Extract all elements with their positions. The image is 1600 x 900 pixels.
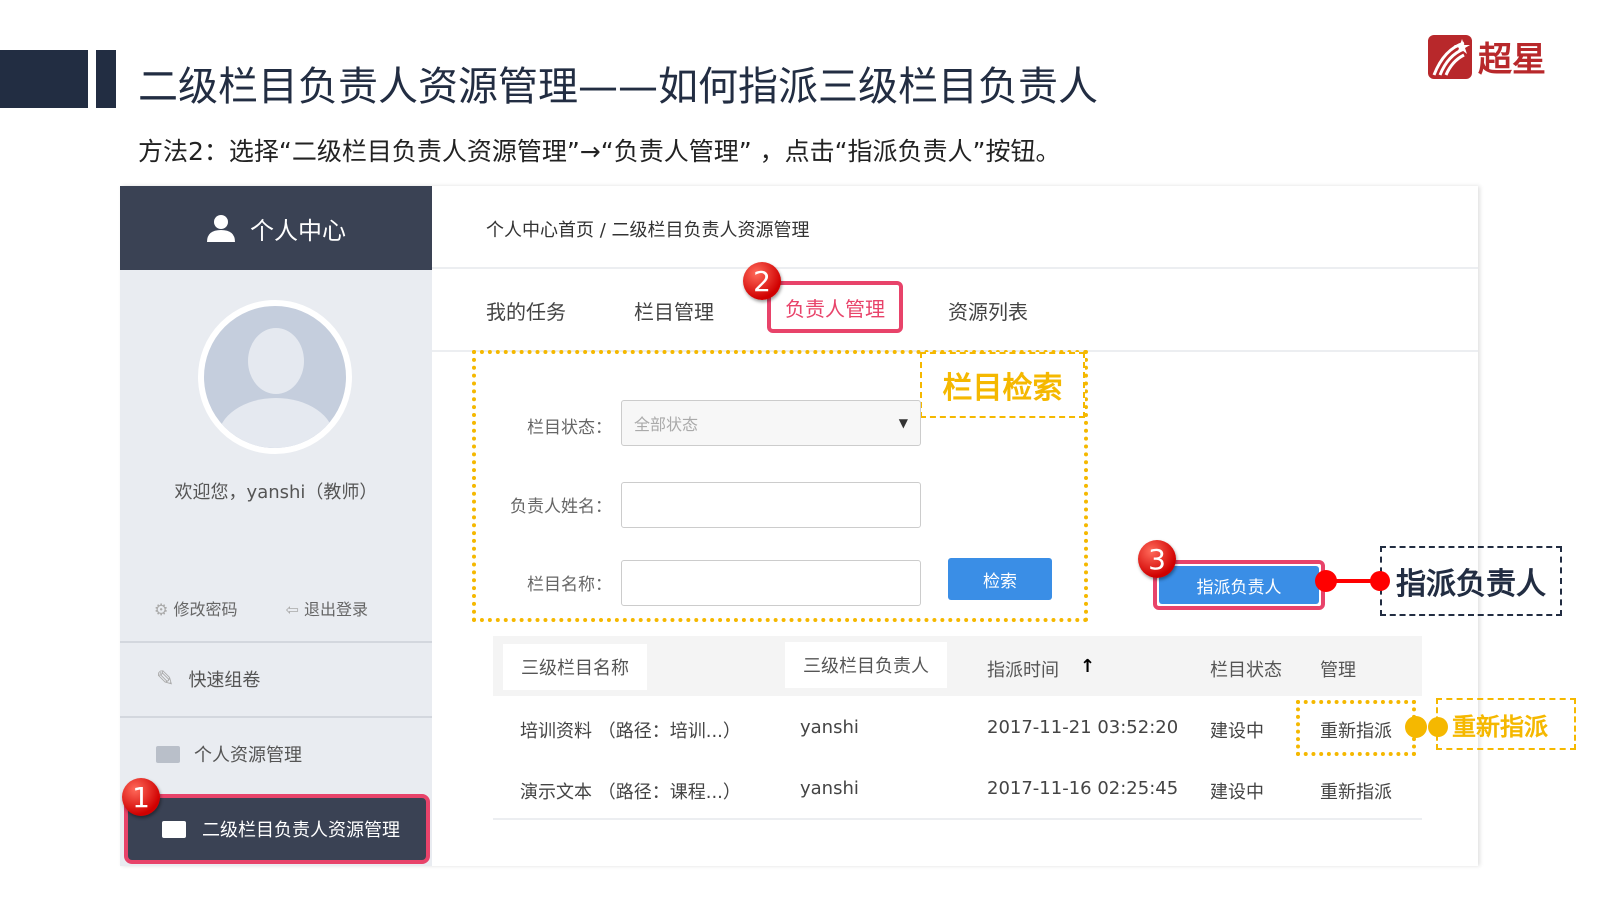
connector-dot [1370,571,1390,591]
chaoxing-logo: 超星 [1428,32,1546,81]
step-1-badge: 1 [122,778,160,816]
welcome-text: 欢迎您，yanshi（教师） [174,482,378,503]
sidebar-header: 个人中心 [120,186,432,270]
search-button[interactable]: 检索 [948,558,1052,600]
cell-name: 演示文本 （路径：课程...） [520,782,741,803]
reassign-highlight [1296,700,1416,756]
reassign-link[interactable]: 重新指派 [1320,778,1392,804]
account-links: ⚙ 修改密码 ⇦ 退出登录 [154,596,368,620]
sidebar-item-quick-paper[interactable]: ✎ 快速组卷 [120,641,432,715]
tab-owner-management[interactable]: 负责人管理 [767,281,903,333]
logout-link[interactable]: ⇦ 退出登录 [285,596,368,620]
cell-status: 建设中 [1210,782,1264,803]
caret-down-icon: ▼ [898,416,908,430]
assign-owner-button[interactable]: 指派负责人 [1159,566,1319,604]
divider [432,267,1478,269]
col-header-manage: 管理 [1320,660,1356,681]
folder-icon [156,745,180,763]
col-header-time[interactable]: 指派时间 [987,656,1059,682]
tab-my-tasks[interactable]: 我的任务 [486,296,566,325]
sidebar-item-personal-resources[interactable]: 个人资源管理 [120,716,432,790]
search-callout: 栏目检索 [920,352,1085,418]
edit-icon: ✎ [156,666,175,692]
owner-name-label: 负责人姓名： [510,497,612,517]
header-decoration-bar [96,50,116,108]
sidebar-item-secondary-resources[interactable]: 二级栏目负责人资源管理 [124,794,430,864]
slide-subtitle: 方法2：选择“二级栏目负责人资源管理”→“负责人管理” ，点击“指派负责人”按钮… [138,137,1061,166]
cell-name: 培训资料 （路径：培训...） [520,721,741,742]
cell-owner: yanshi [800,717,859,738]
slide-title: 二级栏目负责人资源管理——如何指派三级栏目负责人 [138,64,1098,110]
cell-owner: yanshi [800,778,859,799]
sidebar-title: 个人中心 [250,216,346,245]
folder-icon [162,820,186,838]
cell-time: 2017-11-21 03:52:20 [987,717,1179,738]
user-icon [207,215,235,242]
gear-icon: ⚙ [154,600,174,619]
col-header-owner: 三级栏目负责人 [785,642,947,688]
star-logo-icon [1428,34,1472,79]
status-label: 栏目状态： [527,418,612,438]
avatar[interactable] [198,300,352,454]
divider [493,818,1422,820]
assign-button-highlight: 指派负责人 [1153,560,1325,610]
cell-time: 2017-11-16 02:25:45 [987,778,1179,799]
connector-dot [1405,716,1427,738]
reassign-callout: 重新指派 [1436,698,1576,750]
assign-callout: 指派负责人 [1380,546,1562,616]
owner-name-input[interactable] [621,482,921,528]
logo-text: 超星 [1478,40,1546,80]
status-select[interactable]: 全部状态 ▼ [621,400,921,446]
header-decoration [0,50,88,108]
step-2-badge: 2 [743,262,781,300]
column-name-label: 栏目名称： [527,575,612,595]
breadcrumb: 个人中心首页 / 二级栏目负责人资源管理 [486,220,810,241]
tab-resource-list[interactable]: 资源列表 [948,296,1028,325]
change-password-link[interactable]: ⚙ 修改密码 [154,596,237,620]
cell-status: 建设中 [1210,721,1264,742]
tab-column-management[interactable]: 栏目管理 [634,296,714,325]
sort-up-icon[interactable]: ↑ [1080,656,1095,677]
logout-icon: ⇦ [285,600,304,619]
column-name-input[interactable] [621,560,921,606]
connector-dot [1428,717,1448,737]
sidebar: 个人中心 欢迎您，yanshi（教师） ⚙ 修改密码 ⇦ 退出登录 ✎ 快速组卷… [120,186,432,866]
col-header-status: 栏目状态 [1210,660,1282,681]
col-header-name: 三级栏目名称 [503,644,647,690]
step-3-badge: 3 [1138,540,1176,578]
